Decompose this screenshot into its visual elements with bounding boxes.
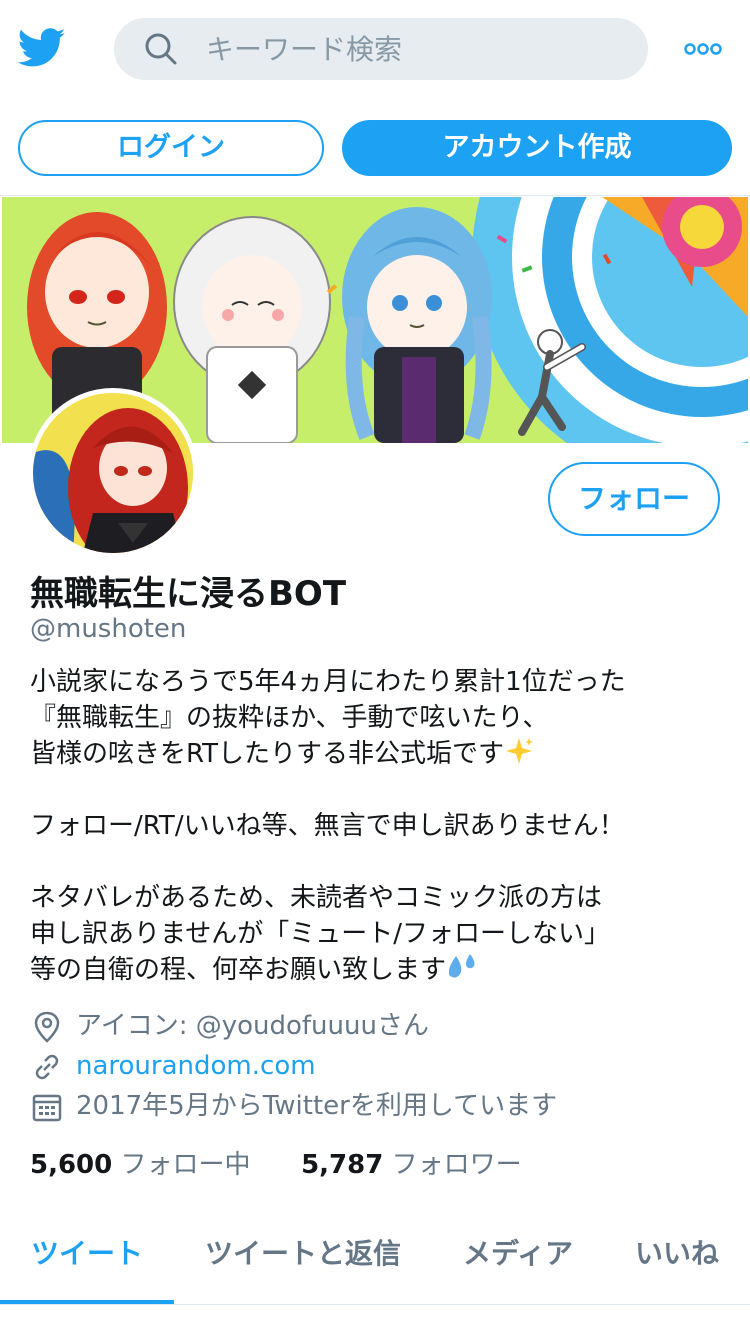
follow-counts: 5,600 フォロー中 5,787 フォロワー (30, 1144, 522, 1181)
followers-count: 5,787 (301, 1150, 384, 1180)
bio-line-text: 皆様の呟きをRTしたりする非公式垢です (30, 739, 505, 769)
tab-likes[interactable]: いいね (618, 1210, 736, 1302)
bio-line: 『無職転生』の抜粋ほか、手動で呟いたり、 (30, 703, 549, 733)
avatar-illustration (33, 393, 193, 553)
followers-label: フォロワー (391, 1150, 522, 1180)
following-label: フォロー中 (120, 1150, 251, 1180)
followers-link[interactable]: 5,787 フォロワー (301, 1150, 522, 1180)
divider (0, 1304, 750, 1305)
avatar[interactable] (28, 388, 198, 558)
top-bar (0, 0, 750, 100)
divider (0, 195, 750, 196)
login-button[interactable]: ログイン (18, 120, 324, 176)
bio-line: 皆様の呟きをRTしたりする非公式垢です (30, 736, 730, 772)
tab-tweets-and-replies[interactable]: ツイートと返信 (186, 1210, 420, 1302)
link-icon (35, 1054, 59, 1080)
signup-button[interactable]: アカウント作成 (342, 120, 732, 176)
location-icon (34, 1011, 60, 1043)
following-link[interactable]: 5,600 フォロー中 (30, 1150, 251, 1180)
bio-gap (30, 844, 730, 880)
bio-line: ネタバレがあるため、未読者やコミック派の方は (30, 883, 603, 913)
follow-button[interactable]: フォロー (548, 462, 720, 536)
bio-line: 小説家になろうで5年4ヵ月にわたり累計1位だった (30, 667, 626, 697)
bio-gap (30, 772, 730, 808)
search-input[interactable] (206, 18, 626, 80)
bio-line: フォロー/RT/いいね等、無言で申し訳ありません！ (30, 811, 625, 841)
following-count: 5,600 (30, 1150, 113, 1180)
profile-bio: 小説家になろうで5年4ヵ月にわたり累計1位だった 『無職転生』の抜粋ほか、手動で… (30, 664, 730, 988)
more-icon[interactable] (684, 40, 722, 58)
url-row: narourandom.com (30, 1048, 730, 1084)
joined-row: 2017年5月からTwitterを利用しています (30, 1088, 730, 1124)
sweat-droplets-emoji (448, 954, 475, 978)
sparkles-emoji (506, 738, 534, 764)
location-row: アイコン: @youdofuuuuさん (30, 1008, 730, 1044)
bio-line: 申し訳ありませんが「ミュート/フォローしない」 (30, 919, 610, 949)
search-bar[interactable] (114, 18, 648, 80)
location-text: アイコン: @youdofuuuuさん (76, 1011, 429, 1041)
profile-handle: @mushoten (30, 614, 187, 644)
tab-media[interactable]: メディア (440, 1210, 596, 1302)
bio-line-text: 等の自衛の程、何卒お願い致します (30, 955, 447, 985)
tab-tweets[interactable]: ツイート (0, 1210, 174, 1302)
calendar-icon (32, 1094, 62, 1122)
profile-tabs: ツイート ツイートと返信 メディア いいね (0, 1210, 750, 1306)
profile-name: 無職転生に浸るBOT (30, 574, 347, 614)
joined-text: 2017年5月からTwitterを利用しています (76, 1091, 558, 1121)
bio-line: 等の自衛の程、何卒お願い致します (30, 952, 730, 988)
twitter-bird-icon[interactable] (18, 28, 66, 68)
profile-url-link[interactable]: narourandom.com (76, 1048, 316, 1084)
search-icon (145, 33, 177, 65)
